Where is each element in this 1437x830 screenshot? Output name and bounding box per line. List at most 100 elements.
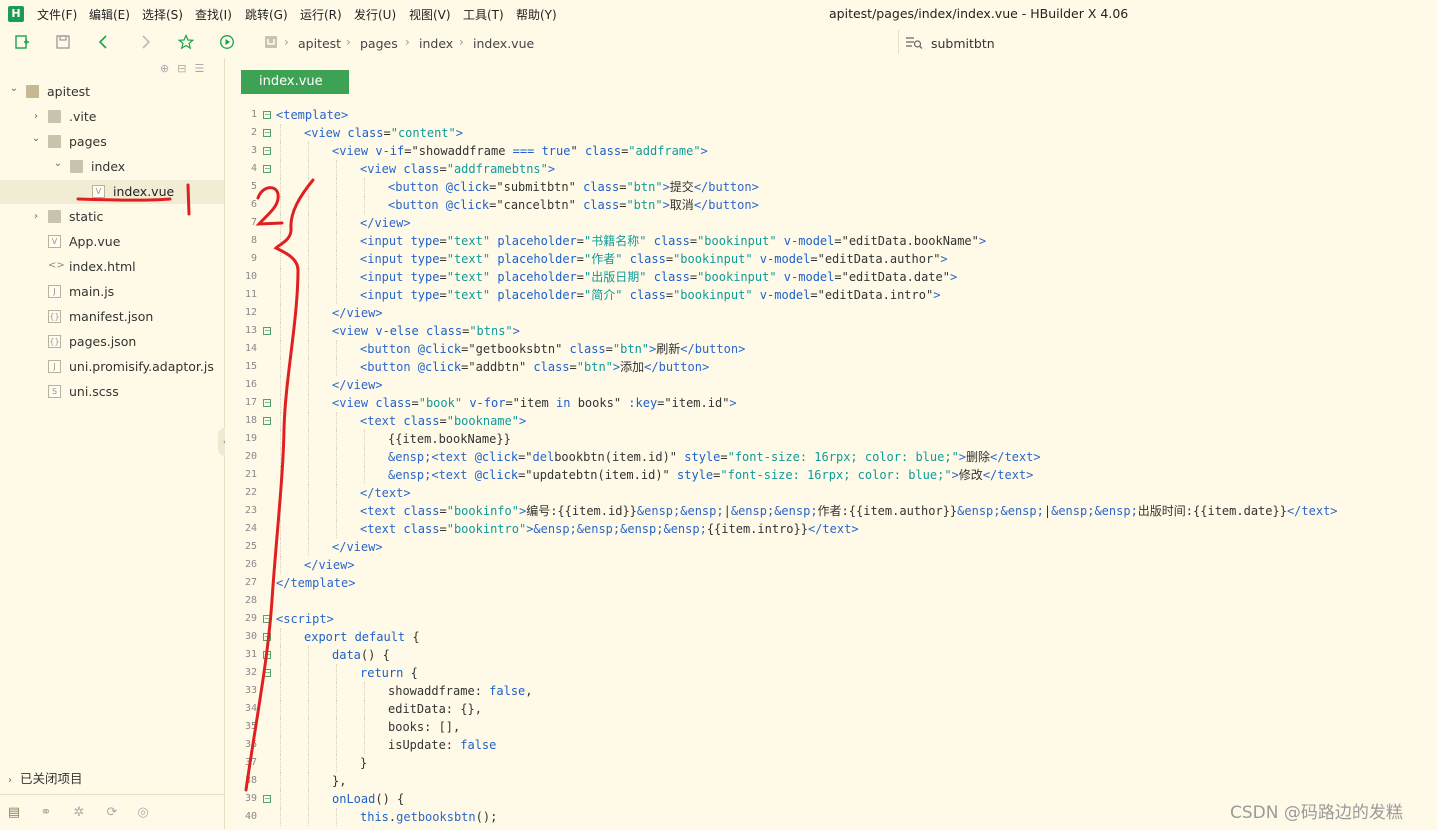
code-line[interactable]: <input type="text" placeholder="出版日期" cl… [360,268,957,286]
code-line[interactable]: }, [332,772,346,790]
menu-find[interactable]: 查找(I) [195,6,232,23]
code-line[interactable]: <script> [276,610,334,628]
menu-publish[interactable]: 发行(U) [354,6,396,23]
tree-item-index[interactable]: ⌄ index [0,155,224,179]
breadcrumb-item[interactable]: index.vue [473,36,534,51]
tree-item-uni-promisify-adaptor-js[interactable]: Juni.promisify.adaptor.js [0,355,224,379]
fold-toggle-icon[interactable]: − [263,129,271,137]
code-line[interactable]: <view v-else class="btns"> [332,322,520,340]
bookmark-star-icon[interactable] [177,34,195,52]
menu-run[interactable]: 运行(R) [300,6,342,23]
chevron-right-icon[interactable]: › [30,205,42,229]
tree-item-apitest[interactable]: ⌄ apitest [0,80,224,104]
code-line[interactable]: <view class="addframebtns"> [360,160,555,178]
tab-index-vue[interactable]: index.vue [241,70,349,94]
locate-icon[interactable]: ⊕ [160,62,177,75]
new-file-icon[interactable] [13,34,31,52]
code-line[interactable]: isUpdate: false [388,736,496,754]
fold-toggle-icon[interactable]: − [263,651,271,659]
code-line[interactable]: </template> [276,574,355,592]
code-line[interactable]: <view v-if="showaddframe === true" class… [332,142,708,160]
fold-toggle-icon[interactable]: − [263,795,271,803]
code-line[interactable]: export default { [304,628,420,646]
code-line[interactable]: <input type="text" placeholder="作者" clas… [360,250,948,268]
code-line[interactable]: </view> [360,214,411,232]
code-line[interactable]: </view> [332,538,383,556]
code-line[interactable]: </view> [332,376,383,394]
code-line[interactable]: onLoad() { [332,790,404,808]
fold-toggle-icon[interactable]: − [263,111,271,119]
code-line[interactable]: return { [360,664,418,682]
run-icon[interactable] [218,34,236,52]
tree-item-index-html[interactable]: <> index.html [0,255,224,279]
menu-tools[interactable]: 工具(T) [463,6,504,23]
tree-item-pages[interactable]: ⌄ pages [0,130,224,154]
breadcrumb-item[interactable]: index [419,36,453,51]
menu-edit[interactable]: 编辑(E) [89,6,130,23]
collapse-all-icon[interactable]: ⊟ [177,62,194,75]
chevron-down-icon[interactable]: ⌄ [52,152,64,176]
symbol-search[interactable]: submitbtn [898,30,1437,54]
code-line[interactable]: this.getbooksbtn(); [360,808,497,826]
breadcrumb-item[interactable]: apitest [298,36,341,51]
menu-goto[interactable]: 跳转(G) [245,6,288,23]
code-line[interactable]: <view class="content"> [304,124,463,142]
closed-projects[interactable]: › 已关闭项目 [8,768,83,787]
plugin-icon[interactable]: ⚭ [38,805,54,821]
code-line[interactable]: <button @click="cancelbtn" class="btn">取… [388,196,759,214]
fold-toggle-icon[interactable]: − [263,417,271,425]
chevron-down-icon[interactable]: ⌄ [30,127,42,151]
code-line[interactable]: </text> [360,484,411,502]
code-line[interactable]: <text class="bookintro">&ensp;&ensp;&ens… [360,520,859,538]
tree-item-manifest-json[interactable]: {} manifest.json [0,305,224,329]
code-line[interactable]: <input type="text" placeholder="简介" clas… [360,286,940,304]
code-line[interactable]: <button @click="addbtn" class="btn">添加</… [360,358,709,376]
code-line[interactable]: <view class="book" v-for="item in books"… [332,394,737,412]
chevron-down-icon[interactable]: ⌄ [8,77,20,101]
code-line[interactable]: </view> [332,304,383,322]
code-line[interactable]: showaddframe: false, [388,682,533,700]
tree-item-index-vue[interactable]: Vindex.vue [0,180,224,204]
git-icon[interactable]: ⟳ [104,805,120,821]
code-line[interactable]: <input type="text" placeholder="书籍名称" cl… [360,232,986,250]
code-line[interactable]: <template> [276,106,348,124]
breadcrumb-item[interactable]: pages [360,36,398,51]
tree-item-pages-json[interactable]: {} pages.json [0,330,224,354]
menu-help[interactable]: 帮助(Y) [516,6,557,23]
code-line[interactable]: </view> [304,556,355,574]
code-line[interactable]: books: [], [388,718,460,736]
fold-toggle-icon[interactable]: − [263,633,271,641]
code-line[interactable]: <text class="bookname"> [360,412,526,430]
chevron-right-icon[interactable]: › [30,105,42,129]
tree-item-static[interactable]: › static [0,205,224,229]
tree-item-uni-scss[interactable]: Suni.scss [0,380,224,404]
code-line[interactable]: } [360,754,367,772]
menu-view[interactable]: 视图(V) [409,6,451,23]
tree-item-app-vue[interactable]: V App.vue [0,230,224,254]
code-line[interactable]: data() { [332,646,390,664]
code-line[interactable]: &ensp;<text @click="delbookbtn(item.id)"… [388,448,1041,466]
save-icon[interactable] [54,34,72,52]
code-line[interactable]: <button @click="getbooksbtn" class="btn"… [360,340,745,358]
debug-bug-icon[interactable]: ✲ [71,805,87,821]
code-line[interactable]: &ensp;<text @click="updatebtn(item.id)" … [388,466,1033,484]
fold-toggle-icon[interactable]: − [263,615,271,623]
menu-select[interactable]: 选择(S) [142,6,183,23]
explorer-tab-icon[interactable]: ▤ [6,805,22,821]
tree-item-main-js[interactable]: Jmain.js [0,280,224,304]
tree-item-vite[interactable]: › .vite [0,105,224,129]
forward-icon[interactable] [136,34,154,52]
fold-toggle-icon[interactable]: − [263,669,271,677]
fold-toggle-icon[interactable]: − [263,147,271,155]
fold-toggle-icon[interactable]: − [263,327,271,335]
search-input[interactable]: submitbtn [931,36,995,51]
fold-toggle-icon[interactable]: − [263,399,271,407]
fold-toggle-icon[interactable]: − [263,165,271,173]
menu-file[interactable]: 文件(F) [37,6,77,23]
code-line[interactable]: <button @click="submitbtn" class="btn">提… [388,178,759,196]
code-line[interactable]: <text class="bookinfo">编号:{{item.id}}&en… [360,502,1338,520]
code-line[interactable]: {{item.bookName}} [388,430,511,448]
back-icon[interactable] [95,34,113,52]
globe-icon[interactable]: ◎ [135,805,151,821]
menu-icon[interactable]: ☰ [194,62,212,75]
